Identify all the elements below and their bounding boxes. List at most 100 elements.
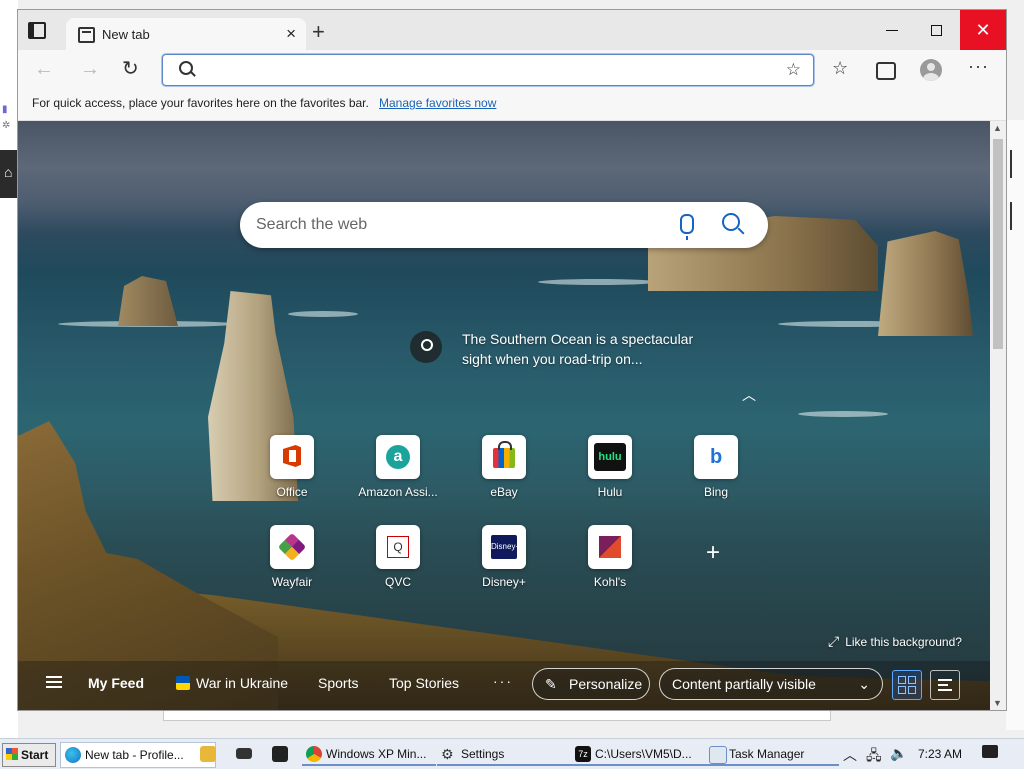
menu-hamburger-icon[interactable] xyxy=(46,676,62,688)
like-background-link[interactable]: ⤢ Like this background? xyxy=(828,633,962,650)
taskbar: Start New tab - Profile... Windows XP Mi… xyxy=(0,738,1024,769)
microphone-icon[interactable] xyxy=(680,214,694,240)
clock[interactable]: 7:23 AM xyxy=(918,747,962,761)
desktop-left-edge: ▮ ✲ ⌂ xyxy=(0,0,18,738)
bing-icon: b xyxy=(710,446,723,468)
wave-foam xyxy=(538,279,658,285)
ukraine-flag-icon xyxy=(176,676,190,690)
scrollbar-thumb[interactable] xyxy=(993,139,1003,349)
network-icon[interactable]: 🖧 xyxy=(866,745,882,769)
content-visibility-dropdown[interactable]: Content partially visible ⌄ xyxy=(659,668,883,700)
add-favorite-star-icon[interactable]: ☆ xyxy=(786,60,801,80)
tab-new-tab[interactable]: New tab × xyxy=(66,18,306,50)
quick-link-label: Amazon Assi... xyxy=(358,485,438,499)
quick-link-disney[interactable]: Disney+ Disney+ xyxy=(464,525,544,589)
grid-layout-button[interactable] xyxy=(892,670,922,700)
quick-link-label: Office xyxy=(276,485,308,499)
quick-link-kohls[interactable]: Kohl's xyxy=(570,525,650,589)
profile-avatar-icon[interactable] xyxy=(920,59,942,81)
image-search-icon[interactable] xyxy=(410,331,442,363)
start-button[interactable]: Start xyxy=(2,743,56,767)
taskbar-item-mail[interactable] xyxy=(232,742,260,766)
favorites-icon[interactable]: ☆ xyxy=(832,58,848,79)
quick-link-wayfair[interactable]: Wayfair xyxy=(252,525,332,589)
quick-link-label: Hulu xyxy=(597,485,623,499)
tab-actions-icon[interactable] xyxy=(28,22,48,40)
quick-link-bing[interactable]: b Bing xyxy=(676,435,756,499)
quick-link-label: Bing xyxy=(703,485,729,499)
feed-navigation-bar: My Feed War in Ukraine Sports Top Storie… xyxy=(18,661,990,710)
tab-sports[interactable]: Sports xyxy=(318,675,358,691)
tab-top-stories[interactable]: Top Stories xyxy=(389,675,459,691)
collections-icon[interactable] xyxy=(876,62,896,80)
personalize-button[interactable]: ✎ Personalize xyxy=(532,668,650,700)
quick-link-label: QVC xyxy=(384,575,411,589)
background-caption[interactable]: The Southern Ocean is a spectacular sigh… xyxy=(462,329,702,369)
settings-more-icon[interactable]: ··· xyxy=(968,56,989,77)
rock-stack xyxy=(878,231,973,336)
taskbar-item-explorer[interactable] xyxy=(196,742,224,766)
volume-icon[interactable]: 🔈 xyxy=(890,745,907,762)
tab-label: War in Ukraine xyxy=(196,675,289,691)
browser-toolbar: ← → ↻ ☆ ☆ ··· xyxy=(18,50,1006,88)
ebay-icon xyxy=(493,441,515,468)
taskbar-item-task-manager[interactable]: Task Manager xyxy=(705,742,839,766)
personalize-label: Personalize xyxy=(569,676,643,692)
quick-link-amazon[interactable]: a Amazon Assi... xyxy=(358,435,438,499)
taskbar-item-label: Windows XP Min... xyxy=(326,747,427,761)
manage-favorites-link[interactable]: Manage favorites now xyxy=(379,96,496,110)
new-tab-page: Search the web The Southern Ocean is a s… xyxy=(18,121,990,710)
refresh-icon[interactable]: ↻ xyxy=(122,56,139,81)
close-window-button[interactable]: ✕ xyxy=(960,10,1006,50)
taskbar-item-chrome[interactable]: Windows XP Min... xyxy=(302,742,436,766)
forward-arrow-icon[interactable]: → xyxy=(80,58,100,81)
back-arrow-icon[interactable]: ← xyxy=(34,58,54,81)
desktop-fragment-icon: ▮ xyxy=(2,104,8,115)
more-tabs-icon[interactable]: ··· xyxy=(493,673,513,689)
search-placeholder: Search the web xyxy=(256,216,368,233)
office-icon xyxy=(283,445,301,467)
show-hidden-icons-chevron-icon[interactable]: ︿ xyxy=(843,745,857,765)
quick-link-hulu[interactable]: hulu Hulu xyxy=(570,435,650,499)
taskbar-item-store[interactable] xyxy=(268,742,296,766)
search-icon[interactable] xyxy=(722,213,740,231)
maximize-button[interactable] xyxy=(914,10,958,50)
chevron-up-icon[interactable]: ︿ xyxy=(742,385,756,405)
qvc-icon: Q xyxy=(387,536,409,558)
scroll-up-icon[interactable]: ▲ xyxy=(993,123,1002,133)
list-layout-button[interactable] xyxy=(930,670,960,700)
start-label: Start xyxy=(21,748,49,762)
quick-link-label: Kohl's xyxy=(593,575,627,589)
minimize-button[interactable] xyxy=(870,10,914,50)
new-tab-plus-icon[interactable]: + xyxy=(312,21,325,43)
quick-link-ebay[interactable]: eBay xyxy=(464,435,544,499)
vertical-scrollbar[interactable]: ▲ ▼ xyxy=(990,121,1006,710)
browser-window: New tab × + ✕ ← → ↻ ☆ ☆ ··· For quick ac… xyxy=(18,10,1006,710)
7zip-icon: 7z xyxy=(575,746,591,762)
amazon-icon: a xyxy=(386,445,410,469)
taskbar-item-edge[interactable]: New tab - Profile... xyxy=(60,742,216,768)
quick-link-office[interactable]: Office xyxy=(252,435,332,499)
desktop-fragment-gear-icon: ✲ xyxy=(2,120,11,131)
tab-war-in-ukraine[interactable]: War in Ukraine xyxy=(176,675,288,691)
close-tab-icon[interactable]: × xyxy=(286,24,296,44)
taskbar-item-settings[interactable]: ⚙ Settings xyxy=(437,742,571,766)
quick-link-label: Disney+ xyxy=(482,575,526,589)
notifications-icon[interactable] xyxy=(982,745,998,758)
expand-arrows-icon: ⤢ xyxy=(828,633,840,649)
content-visibility-label: Content partially visible xyxy=(672,676,816,692)
address-bar[interactable]: ☆ xyxy=(162,54,814,86)
quick-link-qvc[interactable]: Q QVC xyxy=(358,525,438,589)
wave-foam xyxy=(288,311,358,317)
web-search-box[interactable]: Search the web xyxy=(240,202,768,248)
desktop-right-edge xyxy=(1006,120,1024,730)
mail-icon xyxy=(236,748,252,759)
like-background-label: Like this background? xyxy=(845,635,962,649)
title-bar: New tab × + ✕ xyxy=(18,10,1006,50)
add-quick-link-plus-icon[interactable]: + xyxy=(706,539,720,567)
tab-my-feed[interactable]: My Feed xyxy=(88,675,144,691)
rock-stack xyxy=(118,276,178,326)
scroll-down-icon[interactable]: ▼ xyxy=(993,698,1002,708)
taskbar-item-7zip[interactable]: 7z C:\Users\VM5\D... xyxy=(571,742,705,766)
kohls-icon xyxy=(599,536,621,558)
